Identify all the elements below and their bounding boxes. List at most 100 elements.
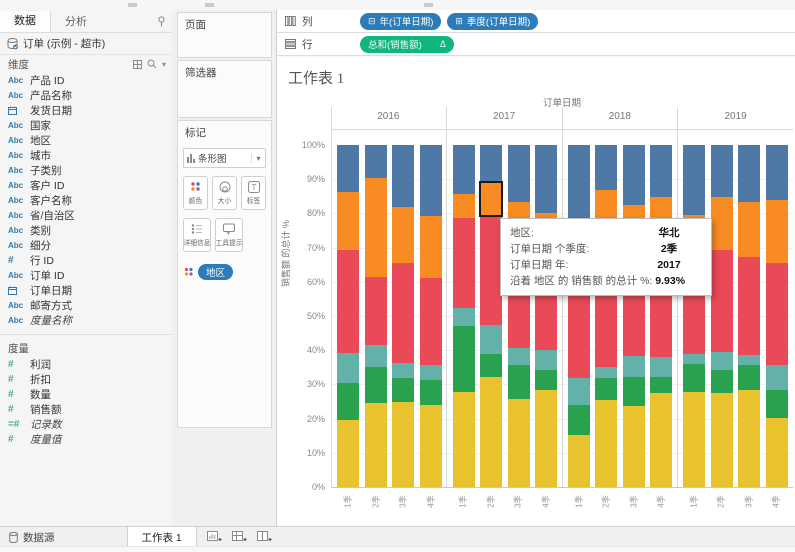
bar-segment-西南[interactable] (480, 354, 503, 377)
stacked-bar-2017 2季[interactable] (479, 145, 504, 488)
bar-segment-西南[interactable] (683, 364, 706, 392)
mark-type-dropdown[interactable]: 条形图 ▾ (183, 148, 266, 168)
field-item[interactable]: Abc 客户名称 (0, 193, 172, 208)
bar-segment-华东[interactable] (480, 216, 503, 325)
bar-segment-西南[interactable] (622, 377, 645, 406)
bar-segment-中南[interactable] (419, 404, 442, 487)
datasource-tab[interactable]: 数据源 (0, 527, 67, 547)
bar-segment-西南[interactable] (392, 378, 415, 402)
bar-segment-西北[interactable] (650, 356, 673, 377)
bar-segment-东北[interactable] (710, 145, 733, 197)
bar-segment-西北[interactable] (738, 354, 761, 365)
bar-segment-西南[interactable] (710, 370, 733, 393)
bar-segment-西北[interactable] (622, 355, 645, 378)
color-pill-region[interactable]: 地区 (198, 264, 234, 280)
bar-segment-东北[interactable] (535, 145, 557, 214)
field-item[interactable]: Abc 细分 (0, 238, 172, 253)
bar-segment-东北[interactable] (595, 145, 618, 191)
bar-segment-西北[interactable] (710, 351, 733, 370)
bar-segment-东北[interactable] (507, 145, 530, 203)
bar-segment-中南[interactable] (650, 392, 673, 487)
bar-segment-中南[interactable] (337, 419, 360, 487)
new-worksheet-icon[interactable] (206, 530, 222, 544)
bar-segment-西北[interactable] (480, 324, 503, 355)
bar-segment-西南[interactable] (507, 365, 530, 399)
stacked-bar-2016 2季[interactable] (364, 145, 387, 487)
expand-icon[interactable]: ⊞ (455, 16, 463, 27)
bar-segment-西南[interactable] (452, 325, 475, 392)
bar-segment-西南[interactable] (535, 370, 557, 390)
bar-segment-西南[interactable] (337, 383, 360, 420)
column-pill-0[interactable]: ⊟ 年(订单日期) (360, 12, 442, 30)
bar-segment-西南[interactable] (419, 379, 442, 405)
column-pill-1[interactable]: ⊞ 季度(订单日期) (447, 12, 539, 30)
bar-segment-东北[interactable] (765, 145, 788, 201)
bar-segment-中南[interactable] (622, 405, 645, 487)
field-item[interactable]: Abc 地区 (0, 133, 172, 148)
bar-segment-东北[interactable] (622, 145, 645, 205)
chevron-down-icon[interactable]: ▾ (162, 60, 166, 69)
bar-segment-中南[interactable] (452, 391, 475, 487)
field-item[interactable]: # 行 ID (0, 253, 172, 268)
bar-segment-中南[interactable] (710, 392, 733, 487)
search-icon[interactable] (147, 59, 157, 69)
bar-segment-华东[interactable] (567, 295, 590, 378)
bar-segment-西北[interactable] (535, 349, 557, 370)
bar-segment-华北[interactable] (364, 177, 387, 277)
field-item[interactable]: # 数量 (0, 387, 172, 402)
pin-icon[interactable] (157, 15, 166, 27)
bar-segment-华东[interactable] (364, 276, 387, 346)
bar-segment-华东[interactable] (765, 263, 788, 365)
stacked-bar-2016 4季[interactable] (419, 145, 442, 487)
stacked-bar-2018 1季[interactable] (567, 145, 590, 487)
bar-segment-西南[interactable] (765, 389, 788, 418)
bar-segment-中南[interactable] (683, 391, 706, 487)
bar-segment-中南[interactable] (595, 400, 618, 487)
bar-segment-东北[interactable] (683, 145, 706, 216)
bar-segment-西北[interactable] (452, 308, 475, 326)
bar-segment-东北[interactable] (337, 145, 360, 192)
bar-segment-华东[interactable] (710, 249, 733, 352)
bar-segment-华北[interactable] (452, 194, 475, 218)
field-item[interactable]: Abc 类别 (0, 223, 172, 238)
stacked-bar-2019 2季[interactable] (710, 145, 733, 487)
bar-segment-西北[interactable] (337, 352, 360, 383)
new-dashboard-icon[interactable] (231, 530, 247, 544)
field-item[interactable]: Abc 客户 ID (0, 178, 172, 193)
bar-segment-中南[interactable] (765, 417, 788, 487)
bar-segment-西南[interactable] (595, 377, 618, 401)
bar-segment-西南[interactable] (650, 376, 673, 393)
bar-segment-西北[interactable] (595, 366, 618, 378)
bar-segment-东北[interactable] (480, 145, 503, 183)
bar-segment-西北[interactable] (392, 363, 415, 379)
field-item[interactable]: Abc 城市 (0, 148, 172, 163)
bar-segment-东北[interactable] (650, 145, 673, 197)
mark-button-label[interactable]: T 标签 (241, 176, 266, 210)
field-item[interactable]: =# 记录数 (0, 417, 172, 432)
bar-segment-中南[interactable] (535, 389, 557, 487)
bar-segment-东北[interactable] (392, 145, 415, 207)
tab-analytics[interactable]: 分析 (51, 13, 101, 29)
bar-segment-东北[interactable] (364, 145, 387, 178)
stacked-bar-2019 1季[interactable] (683, 145, 706, 487)
row-pill-0[interactable]: 总和(销售额) Δ (360, 35, 454, 53)
rows-shelf[interactable]: 行 总和(销售额) Δ (277, 33, 795, 56)
field-item[interactable]: # 折扣 (0, 372, 172, 387)
field-item[interactable]: 订单日期 (0, 283, 172, 298)
bar-segment-华东[interactable] (738, 256, 761, 355)
stacked-bar-2017 3季[interactable] (507, 145, 530, 487)
bar-segment-东北[interactable] (419, 145, 442, 217)
filters-shelf[interactable]: 筛选器 (177, 60, 272, 118)
columns-shelf[interactable]: 列 ⊟ 年(订单日期) ⊞ 季度(订单日期) (277, 10, 795, 33)
bar-segment-西南[interactable] (364, 366, 387, 404)
bar-segment-西北[interactable] (567, 377, 590, 405)
field-item[interactable]: Abc 产品 ID (0, 73, 172, 88)
bar-segment-华北[interactable] (765, 200, 788, 264)
sheet-tab-active[interactable]: 工作表 1 (126, 527, 197, 547)
bar-segment-华东[interactable] (337, 249, 360, 353)
stacked-bar-2019 4季[interactable] (765, 145, 788, 487)
stacked-bar-2018 3季[interactable] (622, 145, 645, 487)
bar-segment-西北[interactable] (364, 345, 387, 367)
field-item[interactable]: Abc 度量名称 (0, 313, 172, 328)
pages-shelf[interactable]: 页面 (177, 12, 272, 58)
